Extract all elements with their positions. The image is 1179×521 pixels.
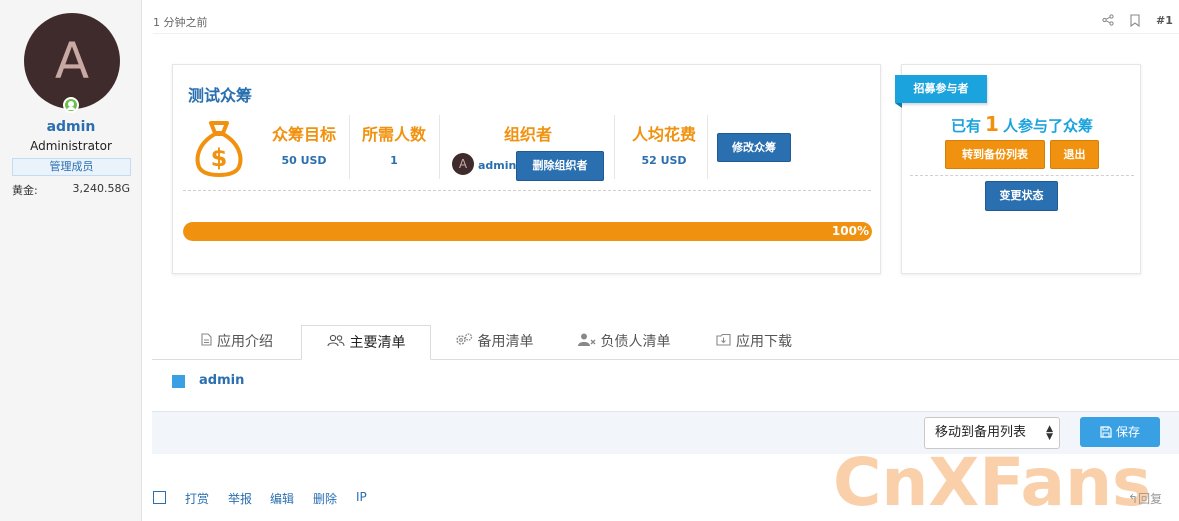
participants-summary: 已有 1 人参与了众筹 bbox=[902, 112, 1142, 136]
remove-organizer-button[interactable]: 删除组织者 bbox=[516, 151, 604, 181]
stat-divider bbox=[707, 115, 708, 179]
stat-divider bbox=[439, 115, 440, 179]
list-item-marker bbox=[172, 375, 185, 388]
progress-bar: 100% bbox=[183, 222, 872, 241]
crowdfund-title: 测试众筹 bbox=[188, 86, 253, 105]
goal-value: 50 USD bbox=[281, 154, 327, 167]
post-number[interactable]: #1 bbox=[1156, 14, 1173, 27]
watermark-text: CnXFans bbox=[833, 444, 1151, 521]
per-person-label: 人均花费 bbox=[631, 125, 696, 144]
edit-crowdfund-button[interactable]: 修改众筹 bbox=[717, 133, 791, 162]
participants-divider bbox=[910, 175, 1134, 176]
delete-link[interactable]: 删除 bbox=[313, 490, 337, 507]
edit-link[interactable]: 编辑 bbox=[270, 490, 294, 507]
tab-backup-list[interactable]: 备用清单 bbox=[440, 325, 548, 360]
users-icon bbox=[326, 327, 345, 361]
people-label: 所需人数 bbox=[361, 125, 426, 144]
to-backup-list-button[interactable]: 转到备份列表 bbox=[945, 140, 1045, 169]
gears-icon bbox=[455, 326, 473, 360]
participants-suffix: 人参与了众筹 bbox=[1002, 117, 1093, 135]
goal-label: 众筹目标 bbox=[271, 125, 336, 144]
download-icon bbox=[716, 326, 731, 360]
gold-label: 黄金: bbox=[12, 184, 38, 197]
select-post-checkbox[interactable] bbox=[153, 491, 166, 504]
user-role: Administrator bbox=[30, 139, 112, 153]
online-status-icon bbox=[63, 97, 79, 113]
tab-label: 备用清单 bbox=[477, 334, 534, 350]
user-x-icon bbox=[577, 326, 596, 360]
organizer-name-link[interactable]: admin bbox=[478, 159, 516, 172]
goal-stat: 众筹目标 50 USD bbox=[263, 113, 345, 181]
tab-debtor-list[interactable]: 负债人清单 bbox=[562, 325, 686, 360]
per-person-stat: 人均花费 52 USD bbox=[619, 113, 709, 181]
post-time: 1 分钟之前 bbox=[153, 16, 208, 29]
tab-label: 负债人清单 bbox=[600, 334, 671, 350]
avatar[interactable]: A bbox=[24, 13, 120, 109]
bookmark-icon[interactable] bbox=[1128, 14, 1142, 28]
organizer-avatar[interactable]: A bbox=[452, 153, 474, 175]
reply-icon: ↰ bbox=[1128, 492, 1139, 506]
reply-link[interactable]: ↰回复 bbox=[1128, 490, 1162, 507]
per-person-value: 52 USD bbox=[641, 154, 687, 167]
money-bag-icon: $ bbox=[195, 121, 243, 177]
exit-button[interactable]: 退出 bbox=[1050, 140, 1099, 169]
people-value: 1 bbox=[390, 154, 398, 167]
ip-link[interactable]: IP bbox=[356, 490, 367, 504]
tab-label: 应用介绍 bbox=[217, 334, 273, 350]
svg-text:$: $ bbox=[211, 144, 228, 172]
gold-value: 3,240.58G bbox=[72, 182, 130, 195]
group-badge: 管理成员 bbox=[12, 158, 131, 176]
header-divider bbox=[153, 33, 1179, 34]
participants-card: 招募参与者 已有 1 人参与了众筹 转到备份列表 退出 变更状态 bbox=[895, 64, 1142, 274]
people-stat: 所需人数 1 bbox=[353, 113, 435, 181]
progress-fill bbox=[183, 222, 872, 241]
stat-divider bbox=[614, 115, 615, 179]
crowdfund-card: 测试众筹 $ 众筹目标 50 USD 所需人数 1 组织者 A admin 删除… bbox=[172, 64, 881, 274]
participants-prefix: 已有 bbox=[951, 117, 982, 135]
document-icon bbox=[201, 326, 212, 360]
recruit-ribbon: 招募参与者 bbox=[895, 75, 987, 108]
reply-label: 回复 bbox=[1138, 492, 1163, 506]
tab-label: 应用下载 bbox=[736, 334, 792, 350]
tab-app-intro[interactable]: 应用介绍 bbox=[186, 325, 288, 360]
username-link[interactable]: admin bbox=[0, 119, 142, 135]
change-status-button[interactable]: 变更状态 bbox=[985, 181, 1058, 211]
organizer-label: 组织者 bbox=[503, 125, 552, 144]
list-item[interactable]: admin bbox=[199, 373, 244, 388]
cnxfans-watermark: CnXFans bbox=[833, 444, 1151, 521]
stat-divider bbox=[349, 115, 350, 179]
progress-text: 100% bbox=[831, 224, 869, 238]
tab-main-list[interactable]: 主要清单 bbox=[301, 325, 431, 360]
card-divider bbox=[183, 190, 871, 191]
user-panel: A admin Administrator 管理成员 黄金: 3,240.58G bbox=[0, 0, 142, 521]
tab-label: 主要清单 bbox=[349, 335, 406, 351]
share-icon[interactable] bbox=[1101, 14, 1115, 28]
tip-link[interactable]: 打赏 bbox=[185, 490, 209, 507]
participants-count: 1 bbox=[985, 112, 999, 136]
report-link[interactable]: 举报 bbox=[228, 490, 252, 507]
tab-app-download[interactable]: 应用下载 bbox=[701, 325, 807, 360]
